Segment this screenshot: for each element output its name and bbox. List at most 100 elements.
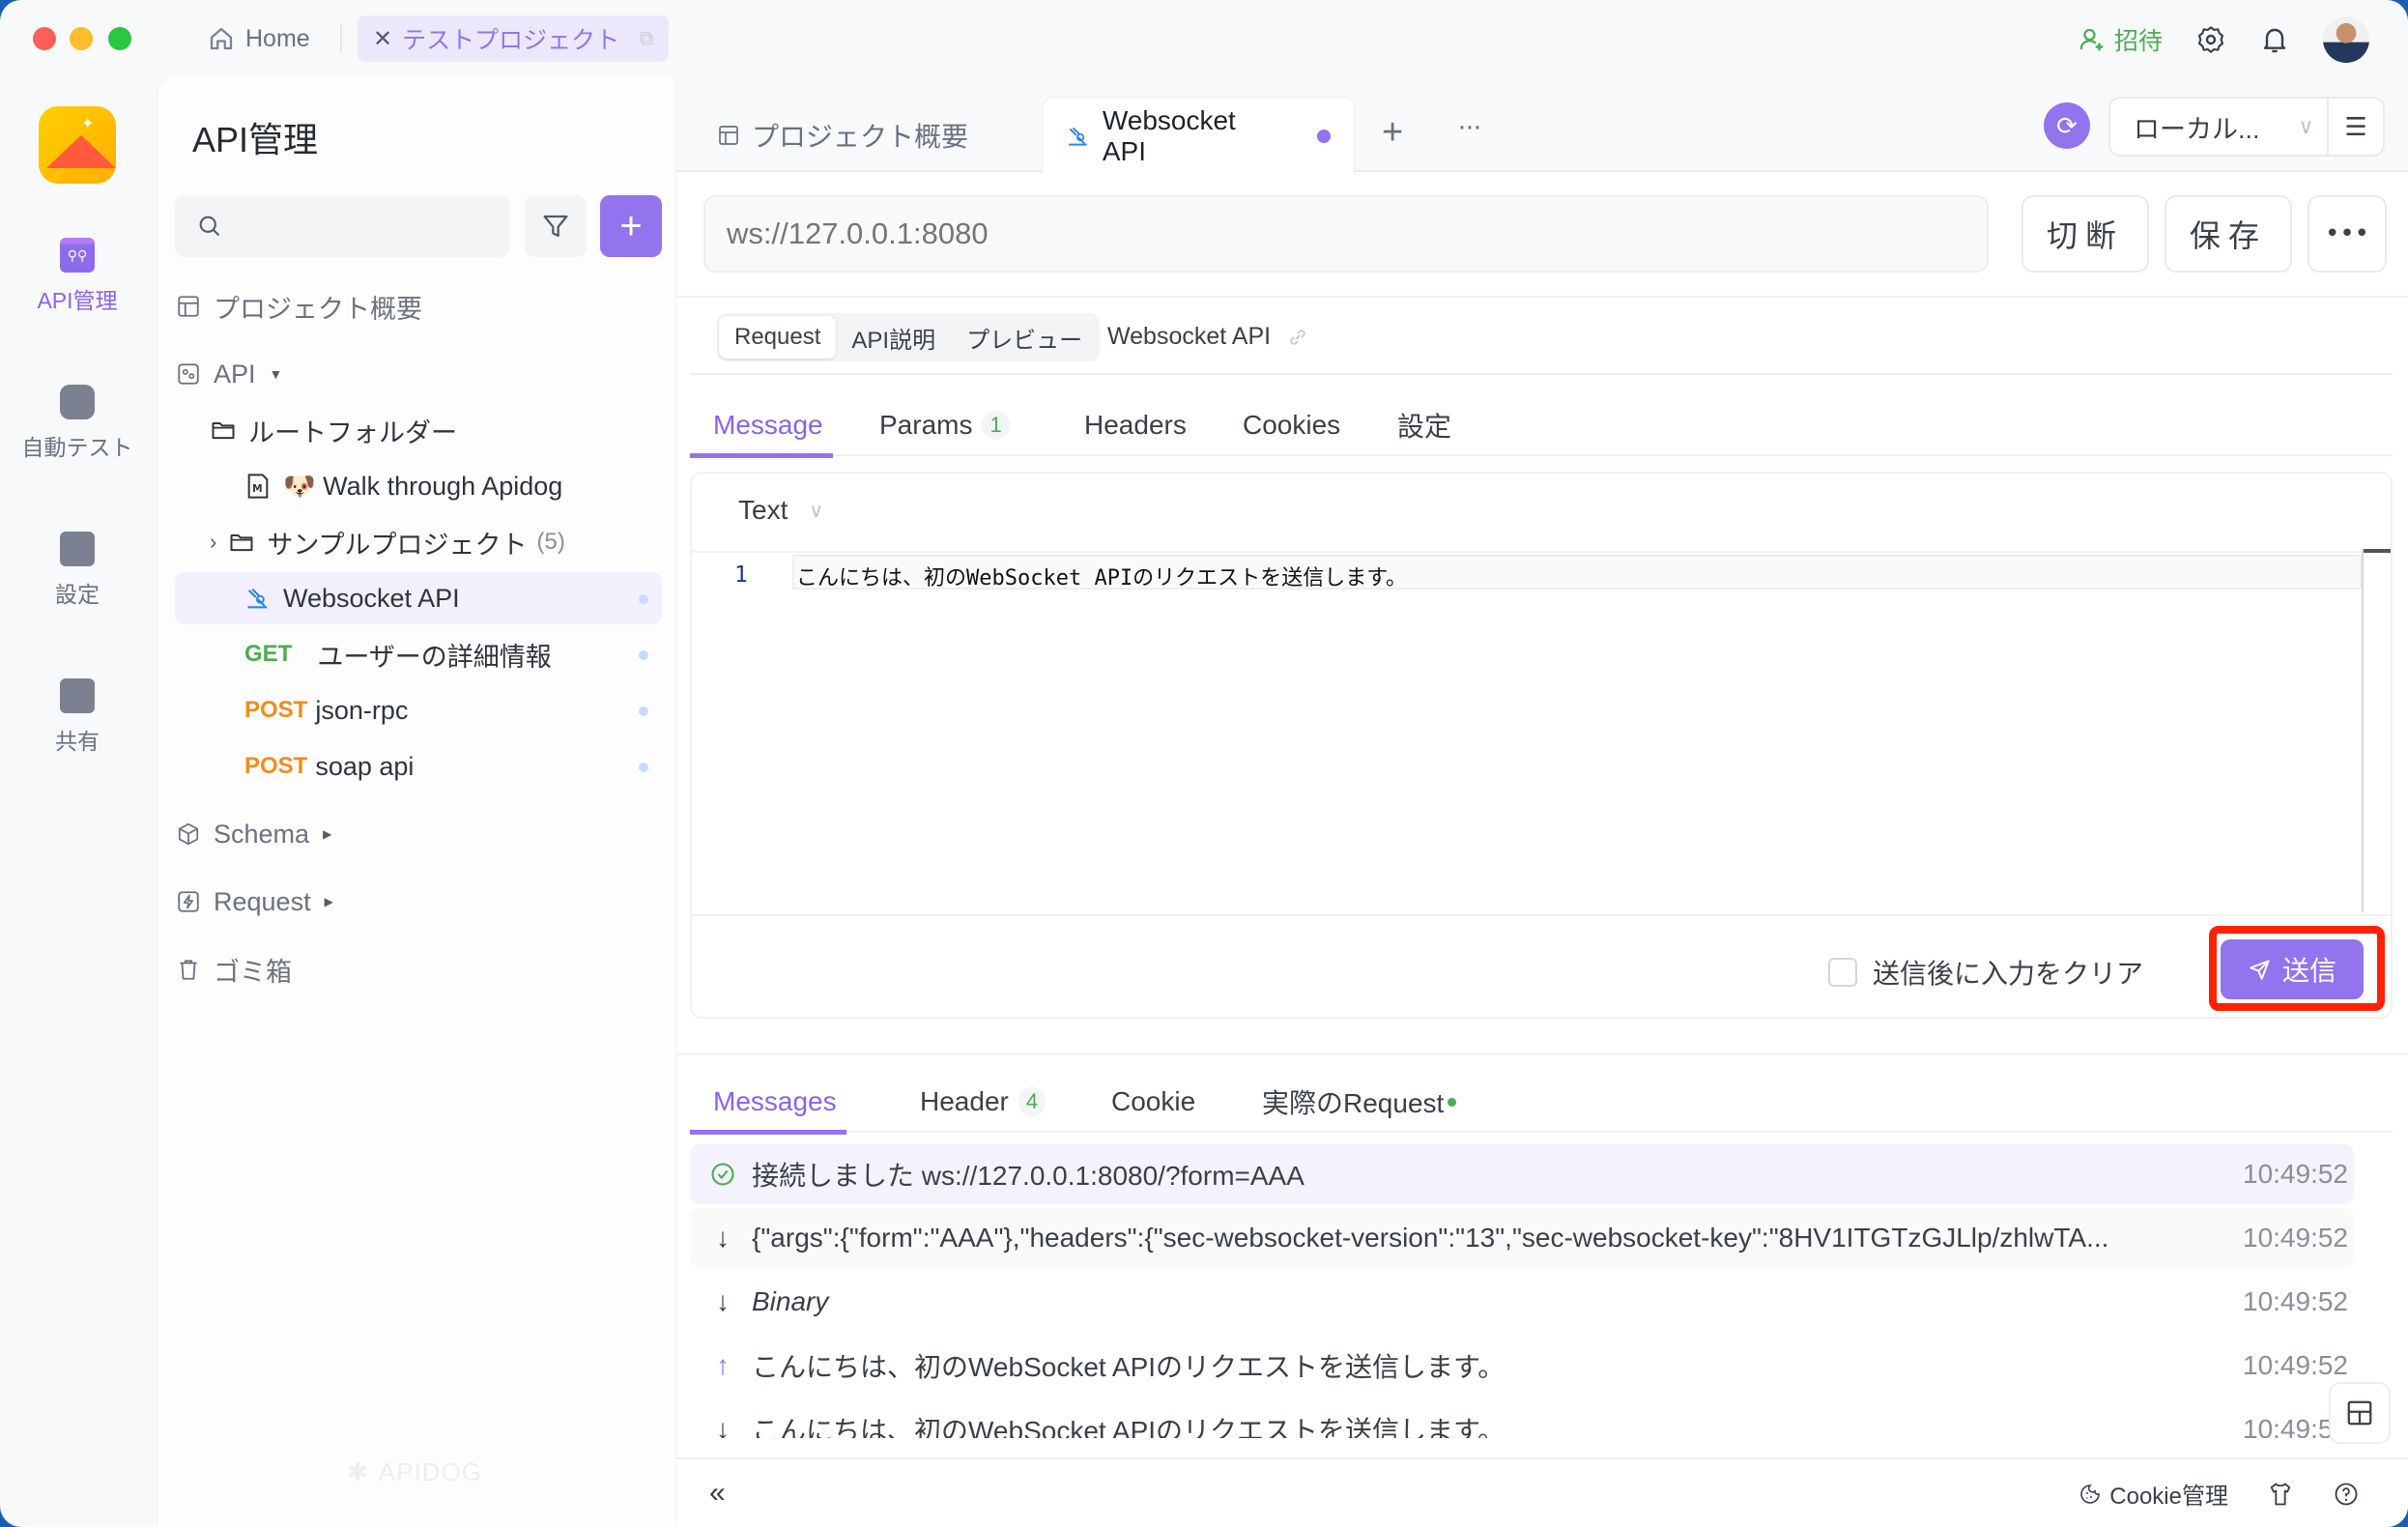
filter-button[interactable]: [525, 195, 587, 257]
help-icon[interactable]: [2333, 1481, 2360, 1508]
invite-button[interactable]: 招待: [2078, 22, 2163, 57]
tab-websocket-api[interactable]: Websocket API: [1042, 97, 1355, 174]
tab-label: プロジェクト概要: [752, 122, 969, 152]
sidebar-item-walkthrough[interactable]: M 🐶 Walk through Apidog: [175, 460, 662, 512]
titlebar-actions: 招待: [2078, 15, 2369, 64]
tab-preview[interactable]: プレビュー: [951, 316, 1098, 359]
code-line[interactable]: こんにちは、初のWebSocket APIのリクエストを送信します。: [792, 555, 2362, 591]
tab-project-overview[interactable]: プロジェクト概要: [694, 97, 991, 174]
open-external-icon[interactable]: ⧉: [640, 28, 653, 50]
caret-right-icon[interactable]: ▶: [325, 895, 333, 908]
caret-right-icon[interactable]: ▶: [323, 827, 331, 841]
tab-headers[interactable]: Headers: [1084, 396, 1187, 454]
more-options-button[interactable]: •••: [2308, 195, 2387, 273]
avatar[interactable]: [2323, 16, 2369, 63]
tab-request[interactable]: Request: [719, 316, 837, 359]
sidebar-item-soap-api[interactable]: POST soap api: [175, 740, 662, 792]
layout-icon: [719, 126, 738, 145]
url-input[interactable]: [703, 195, 1989, 273]
sync-button[interactable]: ⟳: [2044, 102, 2090, 149]
project-tab[interactable]: ✕ テストプロジェクト ⧉: [358, 15, 669, 62]
rail-item-api-management[interactable]: ⚲⚲ API管理: [0, 238, 155, 315]
api-icon: [175, 360, 202, 388]
sidebar-item-label: プロジェクト概要: [214, 294, 422, 324]
rail-item-label: 共有: [55, 729, 100, 754]
home-tab[interactable]: Home: [207, 19, 310, 58]
svg-text:M: M: [252, 483, 262, 495]
gear-icon[interactable]: [2195, 24, 2226, 55]
sidebar-item-sample-project[interactable]: › サンプルプロジェクト (5): [175, 516, 662, 568]
save-button[interactable]: 保存: [2164, 195, 2292, 273]
message-list[interactable]: 接続しました ws://127.0.0.1:8080/?form=AAA 10:…: [690, 1144, 2393, 1438]
tab-more-button[interactable]: ···: [1457, 110, 1482, 143]
message-row[interactable]: 接続しました ws://127.0.0.1:8080/?form=AAA 10:…: [690, 1144, 2354, 1204]
sidebar-item-get-user-detail[interactable]: GET ユーザーの詳細情報: [175, 628, 662, 680]
sidebar-item-api[interactable]: API ▼: [175, 348, 662, 400]
chevron-down-icon: ∨: [809, 500, 823, 522]
status-dot: [639, 706, 648, 716]
checkbox[interactable]: [1828, 958, 1857, 987]
tab-message[interactable]: Message: [690, 396, 833, 458]
sidebar-item-websocket-api[interactable]: Websocket API: [175, 572, 662, 624]
tab-messages[interactable]: Messages: [690, 1073, 846, 1135]
message-row[interactable]: ↓ {"args":{"form":"AAA"},"headers":{"sec…: [690, 1208, 2354, 1268]
search-box[interactable]: [175, 195, 509, 257]
method-badge: POST: [244, 753, 308, 779]
header-count-badge: 4: [1018, 1087, 1046, 1116]
tab-params[interactable]: Params 1: [879, 396, 1010, 454]
tab-header[interactable]: Header 4: [920, 1073, 1046, 1131]
environment-select[interactable]: ローカル... ∨ ☰: [2108, 97, 2385, 157]
message-row[interactable]: ↑ こんにちは、初のWebSocket APIのリクエストを送信します。 10:…: [690, 1336, 2354, 1396]
sidebar-item-trash[interactable]: ゴミ箱: [175, 943, 662, 995]
message-row[interactable]: ↓ Binary 10:49:52: [690, 1272, 2354, 1332]
sidebar-item-label: Websocket API: [283, 583, 460, 613]
invite-label: 招待: [2113, 28, 2163, 55]
maximize-window-button[interactable]: [108, 27, 131, 50]
sync-icon: ⟳: [2056, 110, 2078, 140]
environment-menu-button[interactable]: ☰: [2329, 112, 2383, 142]
clear-after-send-checkbox[interactable]: 送信後に入力をクリア: [1828, 953, 2143, 992]
message-row[interactable]: ↓ こんにちは、初のWebSocket APIのリクエストを送信します。 10:…: [690, 1399, 2354, 1438]
tab-settings[interactable]: 設定: [1397, 396, 1451, 454]
sidebar-item-request[interactable]: Request ▶: [175, 876, 662, 928]
arrow-down-icon: ↓: [716, 1414, 730, 1438]
sidebar-item-schema[interactable]: Schema ▶: [175, 808, 662, 860]
chevron-right-icon[interactable]: ›: [210, 530, 216, 555]
add-button[interactable]: +: [600, 195, 662, 257]
arrow-down-icon: ↓: [716, 1223, 730, 1253]
sidebar-item-root-folder[interactable]: ルートフォルダー: [175, 404, 662, 456]
tab-cookie[interactable]: Cookie: [1111, 1073, 1195, 1131]
editor-scrollbar[interactable]: [2362, 549, 2391, 912]
layout-toggle-button[interactable]: [2329, 1382, 2391, 1444]
format-select[interactable]: Text ∨: [738, 495, 823, 526]
tab-api-description[interactable]: API説明: [836, 316, 951, 359]
divider: [676, 1053, 2408, 1055]
close-tab-icon[interactable]: ✕: [373, 25, 392, 53]
bell-icon[interactable]: [2259, 24, 2290, 55]
sidebar-item-label: ゴミ箱: [214, 957, 292, 987]
rail-item-auto-test[interactable]: 自動テスト: [0, 385, 155, 462]
send-icon: [2250, 960, 2270, 980]
link-icon[interactable]: [1286, 326, 1309, 349]
caret-down-icon[interactable]: ▼: [270, 366, 283, 382]
double-chevron-left-icon: «: [709, 1477, 726, 1509]
home-icon: [210, 27, 233, 50]
sidebar-item-overview[interactable]: プロジェクト概要: [175, 280, 662, 332]
sidebar-item-json-rpc[interactable]: POST json-rpc: [175, 684, 662, 736]
collapse-sidebar-button[interactable]: «: [709, 1477, 726, 1510]
code-editor[interactable]: 1 こんにちは、初のWebSocket APIのリクエストを送信します。: [692, 551, 2362, 914]
rail-item-settings[interactable]: 設定: [0, 532, 155, 609]
minimize-window-button[interactable]: [70, 27, 93, 50]
left-rail: ⚲⚲ API管理 自動テスト 設定 共有: [0, 77, 155, 1527]
tab-actual-request[interactable]: 実際のRequest: [1262, 1073, 1457, 1131]
shirt-icon[interactable]: [2267, 1481, 2294, 1508]
send-button[interactable]: 送信: [2221, 939, 2364, 999]
rail-item-label: API管理: [37, 288, 118, 313]
tab-cookies[interactable]: Cookies: [1243, 396, 1340, 454]
new-tab-button[interactable]: +: [1382, 112, 1403, 154]
rail-item-share[interactable]: 共有: [0, 678, 155, 756]
search-input[interactable]: [237, 213, 488, 240]
disconnect-button[interactable]: 切断: [2021, 195, 2149, 273]
cookie-manager-button[interactable]: Cookie管理: [2078, 1477, 2228, 1511]
close-window-button[interactable]: [33, 27, 56, 50]
